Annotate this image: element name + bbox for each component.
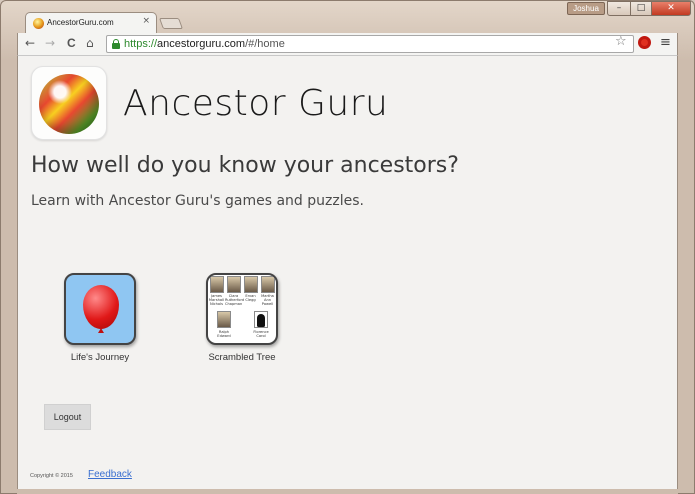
logout-button[interactable]: Logout [44,404,91,430]
portrait-thumb [227,276,241,293]
lock-icon [112,39,120,49]
new-tab-button[interactable] [158,18,184,29]
browser-toolbar: ← → C ⌂ https://ancestorguru.com/#/home … [17,33,678,55]
lifes-journey-tile[interactable] [64,273,136,345]
url-text: https://ancestorguru.com/#/home [124,38,285,50]
back-arrow-icon[interactable]: ← [25,36,35,50]
home-icon[interactable]: ⌂ [86,36,94,50]
tab-close-icon[interactable]: × [142,16,150,26]
tree-name: Ralph Edward [217,330,231,338]
feedback-link[interactable]: Feedback [88,469,132,480]
tab-title: AncestorGuru.com [47,18,114,27]
site-title: Ancestor Guru [123,83,389,124]
url-host: ancestorguru.com [157,38,246,50]
scrambled-tree-tile[interactable]: James Marshall Nichols Clara Rutherford Chap… [206,273,278,345]
tree-name: Ervan Clegg [245,294,256,302]
portrait-thumb [261,276,275,293]
bookmark-star-icon[interactable]: ☆ [615,34,627,49]
game-scrambled-tree[interactable]: James Marshall Nichols Clara Rutherford Chap… [187,273,297,363]
extension-icon[interactable] [638,36,651,49]
site-logo[interactable] [31,66,107,140]
tree-name: Martha Ann Powell [261,294,274,306]
url-scheme: https:// [124,38,158,50]
page-viewport: Ancestor Guru How well do you know your … [17,55,678,489]
profile-badge[interactable]: Joshua [567,2,605,15]
portrait-thumb [210,276,224,293]
browser-tab[interactable]: AncestorGuru.com × [25,12,157,34]
tree-name: Florence Carol [253,330,269,338]
reload-icon[interactable]: C [67,36,76,50]
copyright-text: Copyright © 2015 [30,473,73,479]
tree-name: James Marshall Nichols [208,294,225,306]
close-window-button[interactable]: ✕ [651,1,691,16]
portrait-thumb [244,276,258,293]
balloon-icon [83,285,119,329]
game-label[interactable]: Scrambled Tree [187,352,297,363]
tree-name: Clara Rutherford Chapman [225,294,245,306]
url-path: /#/home [245,38,285,50]
browser-window: AncestorGuru.com × Joshua – □ ✕ ← → C ⌂ … [0,0,695,494]
window-bottom-border [17,489,678,494]
page-subheadline: Learn with Ancestor Guru's games and puz… [31,193,364,209]
game-label[interactable]: Life's Journey [45,352,155,363]
favicon-icon [33,18,44,29]
silhouette-icon [254,311,268,328]
maximize-button[interactable]: □ [630,1,652,16]
address-bar[interactable]: https://ancestorguru.com/#/home [106,35,634,53]
game-lifes-journey[interactable]: Life's Journey [45,273,155,363]
portrait-thumb [217,311,231,328]
forward-arrow-icon[interactable]: → [45,36,55,50]
marble-icon [39,74,99,134]
minimize-button[interactable]: – [607,1,631,16]
menu-icon[interactable]: ≡ [660,35,671,50]
page-headline: How well do you know your ancestors? [31,153,459,178]
